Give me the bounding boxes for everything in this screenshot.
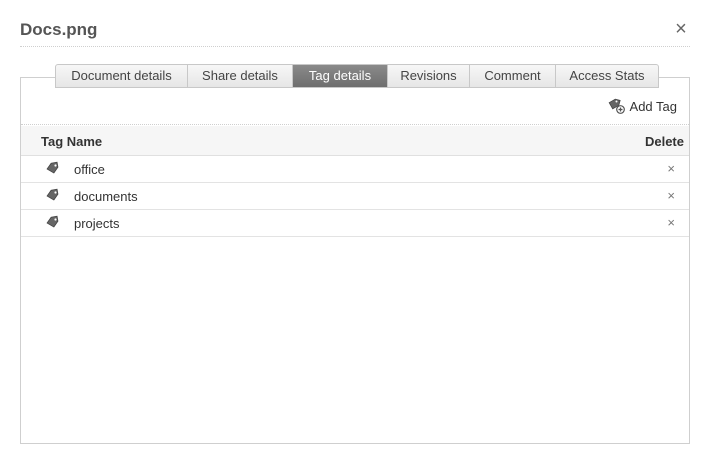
tag-icon	[46, 161, 59, 174]
tag-name: office	[74, 162, 105, 177]
delete-tag-icon[interactable]: ×	[667, 188, 675, 203]
tab-tag-details[interactable]: Tag details	[293, 65, 388, 87]
add-tag-label: Add Tag	[629, 98, 677, 114]
tag-name: documents	[74, 189, 138, 204]
tab-share-details[interactable]: Share details	[188, 65, 293, 87]
tag-name: projects	[74, 216, 120, 231]
delete-tag-icon[interactable]: ×	[667, 215, 675, 230]
table-row: documents ×	[21, 183, 689, 210]
tab-comment[interactable]: Comment	[470, 65, 556, 87]
add-tag-button[interactable]: Add Tag	[608, 97, 677, 115]
close-icon[interactable]: ×	[670, 18, 692, 40]
table-header: Tag Name Delete	[21, 126, 689, 156]
tab-document-details[interactable]: Document details	[56, 65, 188, 87]
column-header-tag-name: Tag Name	[41, 134, 103, 149]
column-header-delete: Delete	[644, 134, 684, 149]
tag-list: office × documents × projects ×	[21, 156, 689, 237]
tab-bar: Document details Share details Tag detai…	[55, 64, 659, 88]
tag-icon	[46, 215, 59, 228]
panel-toolbar: Add Tag	[21, 90, 689, 125]
dialog-title: Docs.png	[20, 20, 98, 39]
table-row: office ×	[21, 156, 689, 183]
tag-add-icon	[608, 98, 625, 114]
tag-icon	[46, 188, 59, 201]
delete-tag-icon[interactable]: ×	[667, 161, 675, 176]
table-row: projects ×	[21, 210, 689, 237]
tab-revisions[interactable]: Revisions	[388, 65, 470, 87]
title-divider	[20, 46, 690, 47]
tag-details-dialog: Docs.png × Document details Share detail…	[0, 0, 710, 471]
tab-access-stats[interactable]: Access Stats	[556, 65, 658, 87]
